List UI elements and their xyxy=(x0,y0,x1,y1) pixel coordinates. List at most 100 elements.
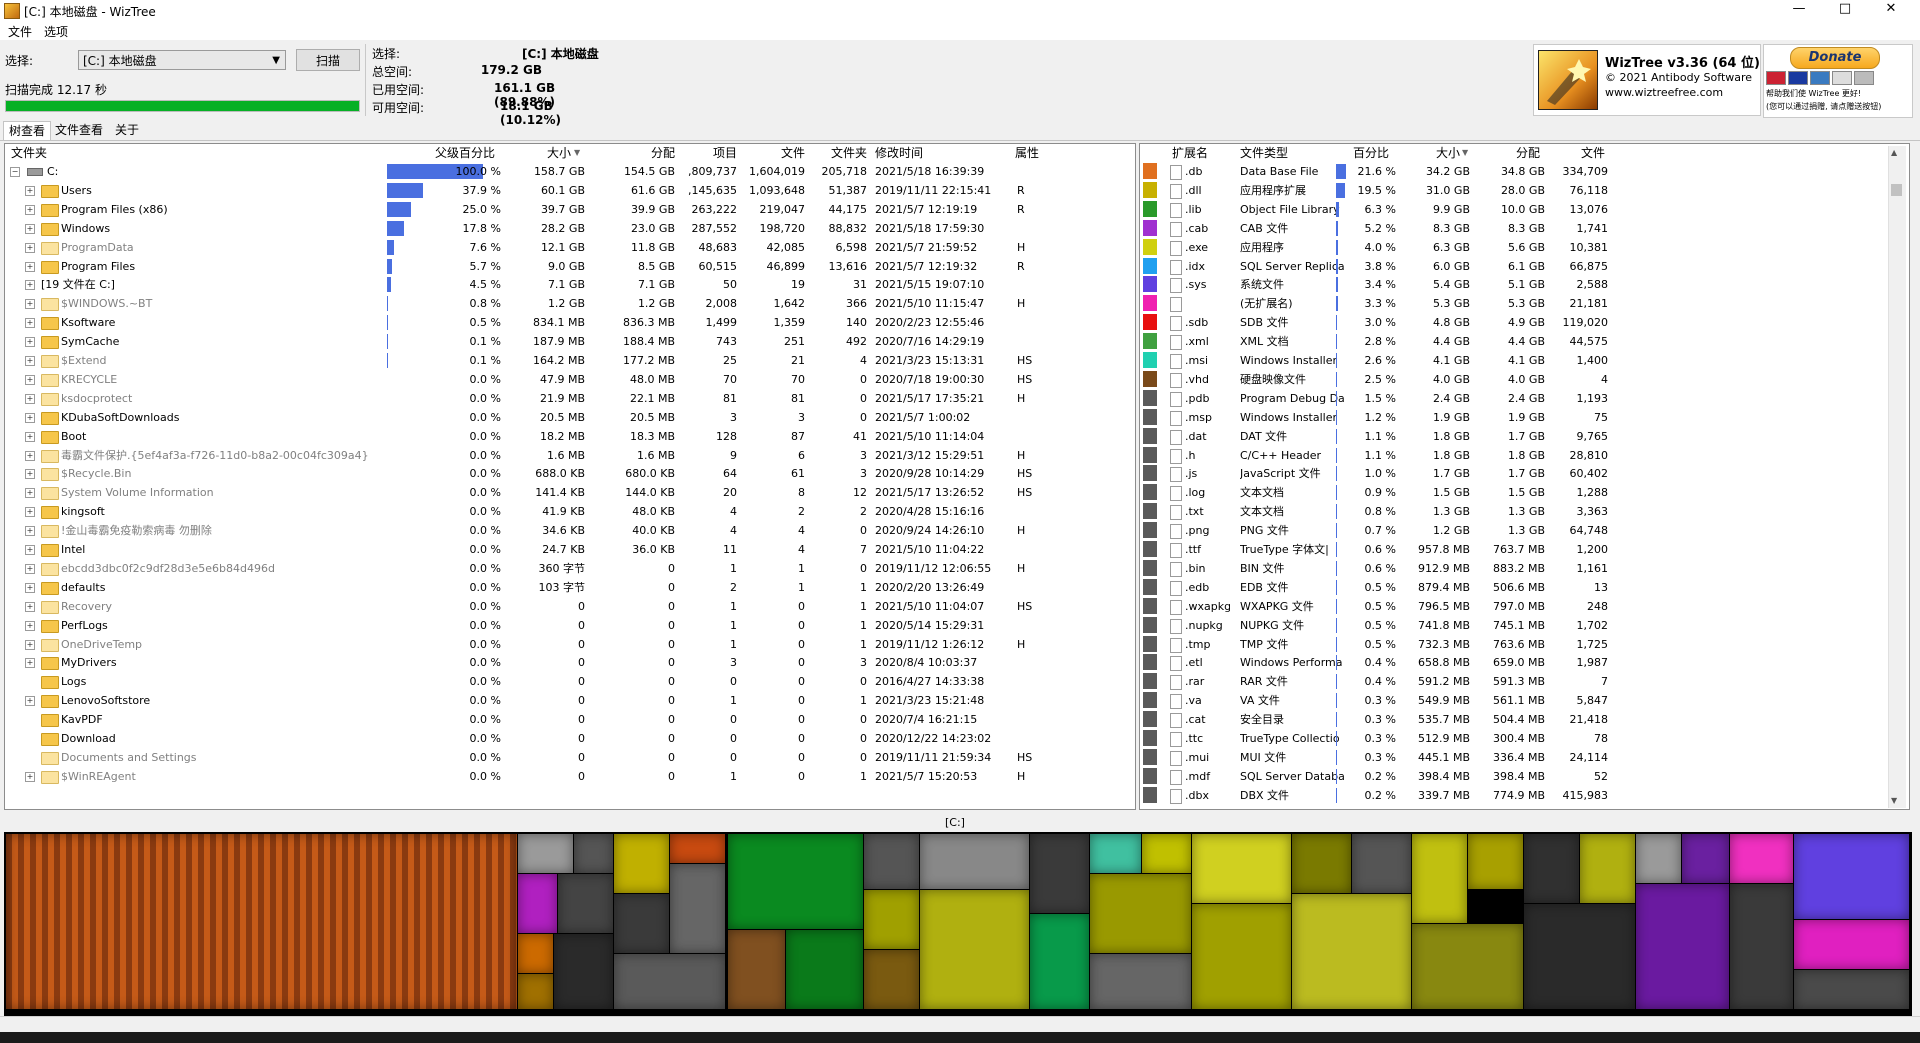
table-row[interactable]: + Recovery 0.0 % 0 0 1 0 1 2021/5/10 11:04:07 HS xyxy=(5,597,1135,616)
treemap-block[interactable] xyxy=(518,834,573,873)
table-row[interactable]: .dbx DBX 文件 0.2 % 339.7 MB 774.9 MB 415,983 xyxy=(1140,786,1909,805)
table-row[interactable]: + LenovoSoftstore 0.0 % 0 0 1 0 1 2021/3/23 15:2… xyxy=(5,691,1135,710)
table-row[interactable]: .va VA 文件 0.3 % 549.9 MB 561.1 MB 5,847 xyxy=(1140,691,1909,710)
treemap-block[interactable] xyxy=(1142,834,1191,873)
col-header-parent-pct[interactable]: 父级百分比 xyxy=(395,144,495,162)
treemap-block[interactable] xyxy=(728,834,863,929)
table-row[interactable]: .tmp TMP 文件 0.5 % 732.3 MB 763.6 MB 1,725 xyxy=(1140,635,1909,654)
table-row[interactable]: .sdb SDB 文件 3.0 % 4.8 GB 4.9 GB 119,020 xyxy=(1140,313,1909,332)
table-row[interactable]: + $WINDOWS.~BT 0.8 % 1.2 GB 1.2 GB 2,008 1,642… xyxy=(5,294,1135,313)
table-row[interactable]: .rar RAR 文件 0.4 % 591.2 MB 591.3 MB 7 xyxy=(1140,672,1909,691)
table-row[interactable]: + MyDrivers 0.0 % 0 0 3 0 3 2020/8/4 10:03:37 xyxy=(5,653,1135,672)
treemap-block[interactable] xyxy=(920,890,1029,1009)
table-row[interactable]: .pdb Program Debug Da 1.5 % 2.4 GB 2.4 GB 1,1… xyxy=(1140,389,1909,408)
expand-icon[interactable]: + xyxy=(25,412,35,423)
table-row[interactable]: + PerfLogs 0.0 % 0 0 1 0 1 2020/5/14 15:29:31 xyxy=(5,616,1135,635)
tab-about[interactable]: 关于 xyxy=(110,121,144,139)
expand-icon[interactable]: + xyxy=(25,488,35,499)
col-header-ext-files[interactable]: 文件 xyxy=(1550,144,1605,162)
tab-file-view[interactable]: 文件查看 xyxy=(50,121,108,139)
expand-icon[interactable]: + xyxy=(25,563,35,574)
treemap-block[interactable] xyxy=(518,874,557,933)
table-row[interactable]: + OneDriveTemp 0.0 % 0 0 1 0 1 2019/11/12 1:26:1… xyxy=(5,635,1135,654)
table-row[interactable]: + Program Files (x86) 25.0 % 39.7 GB 39.9 GB… xyxy=(5,200,1135,219)
treemap-block[interactable] xyxy=(1412,924,1523,1009)
table-row[interactable]: .db Data Base File 21.6 % 34.2 GB 34.8 GB 334… xyxy=(1140,162,1909,181)
treemap-block[interactable] xyxy=(1192,834,1291,903)
table-row[interactable]: + Program Files 5.7 % 9.0 GB 8.5 GB 60,515 46,… xyxy=(5,257,1135,276)
treemap-block[interactable] xyxy=(1730,884,1793,1009)
table-row[interactable]: KavPDF 0.0 % 0 0 0 0 0 2020/7/4 16:21:15 xyxy=(5,710,1135,729)
treemap-block[interactable] xyxy=(864,950,919,1009)
expand-icon[interactable]: + xyxy=(25,356,35,366)
treemap-block[interactable] xyxy=(1292,834,1351,893)
treemap-block[interactable] xyxy=(1468,834,1523,889)
treemap-block[interactable] xyxy=(574,834,613,873)
table-row[interactable]: + ksdocprotect 0.0 % 21.9 MB 22.1 MB 81 81 0 202… xyxy=(5,389,1135,408)
table-row[interactable]: .log 文本文档 0.9 % 1.5 GB 1.5 GB 1,288 xyxy=(1140,483,1909,502)
table-row[interactable]: + Users 37.9 % 60.1 GB 61.6 GB ,145,635 1,093,… xyxy=(5,181,1135,200)
treemap-block[interactable] xyxy=(670,834,725,863)
table-row[interactable]: − C: 100.0 % 158.7 GB 154.5 GB ,809,737 1,604,… xyxy=(5,162,1135,181)
table-row[interactable]: .wxapkg WXAPKG 文件 0.5 % 796.5 MB 797.0 MB 248 xyxy=(1140,597,1909,616)
expand-icon[interactable]: + xyxy=(25,431,35,442)
tab-tree-view[interactable]: 树查看 xyxy=(3,121,52,140)
drive-select[interactable]: [C:] 本地磁盘 ▼ xyxy=(78,50,286,70)
col-header-ext-alloc[interactable]: 分配 xyxy=(1480,144,1540,162)
table-row[interactable]: + [19 文件在 C:] 4.5 % 7.1 GB 7.1 GB 50 19 31 2021/… xyxy=(5,275,1135,294)
table-row[interactable]: + kingsoft 0.0 % 41.9 KB 48.0 KB 4 2 2 2020/4/28… xyxy=(5,502,1135,521)
treemap-block[interactable] xyxy=(614,894,669,953)
treemap-block[interactable] xyxy=(558,874,613,933)
scroll-up-icon[interactable]: ▲ xyxy=(1891,148,1897,157)
treemap-block[interactable] xyxy=(554,934,613,1009)
treemap-block[interactable] xyxy=(1580,834,1635,903)
col-header-size[interactable]: 大小 xyxy=(505,144,571,162)
table-row[interactable]: + SymCache 0.1 % 187.9 MB 188.4 MB 743 251 492 2… xyxy=(5,332,1135,351)
menu-file[interactable]: 文件 xyxy=(8,23,32,40)
expand-icon[interactable]: + xyxy=(25,507,35,518)
treemap-block[interactable] xyxy=(1730,834,1793,883)
table-row[interactable]: .cab CAB 文件 5.2 % 8.3 GB 8.3 GB 1,741 xyxy=(1140,219,1909,238)
treemap-block[interactable] xyxy=(614,834,669,893)
treemap-block[interactable] xyxy=(1030,834,1089,913)
table-row[interactable]: + Intel 0.0 % 24.7 KB 36.0 KB 11 4 7 2021/5/10 1… xyxy=(5,540,1135,559)
table-row[interactable]: .dll 应用程序扩展 19.5 % 31.0 GB 28.0 GB 76,118 xyxy=(1140,181,1909,200)
col-header-folders[interactable]: 文件夹 xyxy=(815,144,867,162)
website-link[interactable]: www.wiztreefree.com xyxy=(1605,86,1723,99)
table-row[interactable]: + KRECYCLE 0.0 % 47.9 MB 48.0 MB 70 70 0 2020/7/… xyxy=(5,370,1135,389)
collapse-icon[interactable]: − xyxy=(10,167,20,177)
expand-icon[interactable]: + xyxy=(25,223,35,234)
table-row[interactable]: .js JavaScript 文件 1.0 % 1.7 GB 1.7 GB 60,402 xyxy=(1140,464,1909,483)
table-row[interactable]: + !金山毒霸免疫勒索病毒 勿删除 0.0 % 34.6 KB 40.0 KB 4 4 0 20… xyxy=(5,521,1135,540)
scrollbar-thumb[interactable] xyxy=(1891,184,1902,196)
table-row[interactable]: .vhd 硬盘映像文件 2.5 % 4.0 GB 4.0 GB 4 xyxy=(1140,370,1909,389)
treemap-block[interactable] xyxy=(1524,904,1635,1009)
menu-options[interactable]: 选项 xyxy=(44,23,68,40)
expand-icon[interactable]: + xyxy=(25,242,35,253)
expand-icon[interactable]: + xyxy=(25,374,35,385)
table-row[interactable]: .ttf TrueType 字体文| 0.6 % 957.8 MB 763.7 MB 1,… xyxy=(1140,540,1909,559)
file-type-panel[interactable]: 扩展名 文件类型 百分比 大小 ▼ 分配 文件 .db Data Base Fil… xyxy=(1139,143,1910,810)
table-row[interactable]: + defaults 0.0 % 103 字节 0 2 1 1 2020/2/20 13:26:… xyxy=(5,578,1135,597)
table-row[interactable]: Documents and Settings 0.0 % 0 0 0 0 0 2019/11/… xyxy=(5,748,1135,767)
col-header-attr[interactable]: 属性 xyxy=(1015,144,1039,162)
treemap-block[interactable] xyxy=(518,974,553,1009)
table-row[interactable]: + $WinREAgent 0.0 % 0 0 1 0 1 2021/5/7 15:20:53 H xyxy=(5,767,1135,786)
treemap-block[interactable] xyxy=(1412,834,1467,923)
expand-icon[interactable]: + xyxy=(25,526,35,537)
expand-icon[interactable]: + xyxy=(25,620,35,631)
treemap-block[interactable] xyxy=(1794,970,1909,1009)
table-row[interactable]: .txt 文本文档 0.8 % 1.3 GB 1.3 GB 3,363 xyxy=(1140,502,1909,521)
table-row[interactable]: .lib Object File Library 6.3 % 9.9 GB 10.0 G… xyxy=(1140,200,1909,219)
col-header-items[interactable]: 项目 xyxy=(685,144,737,162)
expand-icon[interactable]: + xyxy=(25,582,35,593)
treemap-block[interactable] xyxy=(786,930,863,1009)
expand-icon[interactable]: + xyxy=(25,696,35,707)
expand-icon[interactable]: + xyxy=(25,280,35,291)
minimize-button[interactable]: — xyxy=(1776,0,1822,20)
treemap-block[interactable] xyxy=(920,834,1029,889)
donate-button[interactable]: Donate xyxy=(1790,47,1880,69)
treemap-block[interactable] xyxy=(6,834,517,1009)
table-row[interactable]: + $Recycle.Bin 0.0 % 688.0 KB 680.0 KB 64 61 3 2… xyxy=(5,464,1135,483)
col-header-modified[interactable]: 修改时间 xyxy=(875,144,923,162)
